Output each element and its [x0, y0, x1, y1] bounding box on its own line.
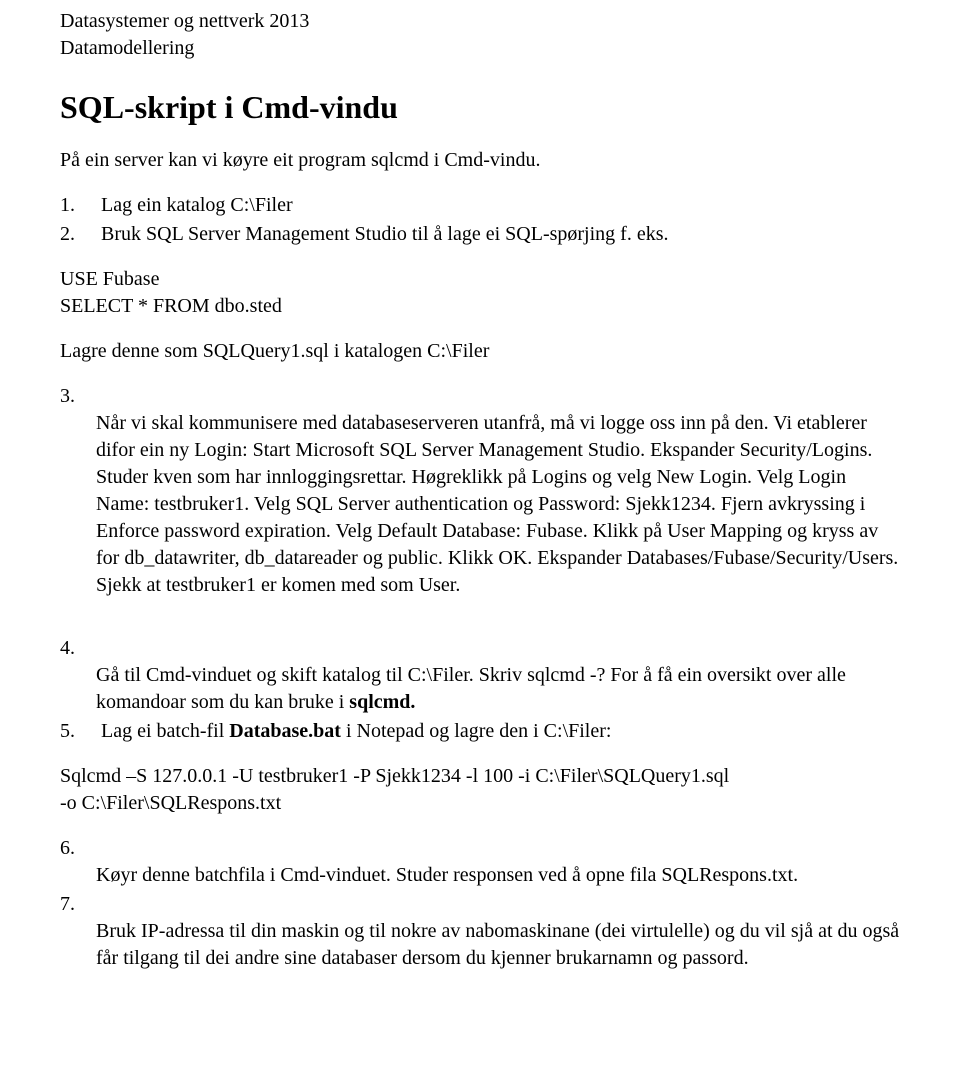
- spacer: [60, 617, 900, 635]
- page-title: SQL-skript i Cmd-vindu: [60, 86, 900, 129]
- step-1-text: Lag ein katalog C:\Filer: [101, 194, 293, 216]
- steps-list-1: Lag ein katalog C:\Filer Bruk SQL Server…: [60, 192, 900, 248]
- step-4-text: Gå til Cmd-vinduet og skift katalog til …: [96, 662, 900, 716]
- intro-paragraph: På ein server kan vi køyre eit program s…: [60, 147, 900, 174]
- step-5-suffix: i Notepad og lagre den i C:\Filer:: [341, 720, 612, 742]
- step-5-bold: Database.bat: [229, 720, 341, 742]
- step-3-text: Når vi skal kommunisere med databaseserv…: [96, 410, 900, 599]
- sql-code-block: USE Fubase SELECT * FROM dbo.sted: [60, 266, 900, 320]
- steps-list-3: Gå til Cmd-vinduet og skift katalog til …: [60, 635, 900, 745]
- step-4: Gå til Cmd-vinduet og skift katalog til …: [60, 635, 900, 716]
- step-6: Køyr denne batchfila i Cmd-vinduet. Stud…: [60, 835, 900, 889]
- step-5: Lag ei batch-fil Database.bat i Notepad …: [60, 718, 900, 745]
- cmd-line-1: Sqlcmd –S 127.0.0.1 -U testbruker1 -P Sj…: [60, 763, 900, 790]
- step-1: Lag ein katalog C:\Filer: [60, 192, 900, 219]
- step-7-text: Bruk IP-adressa til din maskin og til no…: [96, 918, 900, 972]
- header-line-2: Datamodellering: [60, 35, 900, 62]
- step-4-bold: sqlcmd.: [349, 691, 415, 713]
- steps-list-4: Køyr denne batchfila i Cmd-vinduet. Stud…: [60, 835, 900, 972]
- step-2: Bruk SQL Server Management Studio til å …: [60, 221, 900, 248]
- cmd-line-2: -o C:\Filer\SQLRespons.txt: [60, 790, 900, 817]
- step-4-prefix: Gå til Cmd-vinduet og skift katalog til …: [96, 664, 846, 713]
- step-6-text: Køyr denne batchfila i Cmd-vinduet. Stud…: [96, 862, 900, 889]
- step-2-text: Bruk SQL Server Management Studio til å …: [101, 223, 669, 245]
- header-line-1: Datasystemer og nettverk 2013: [60, 8, 900, 35]
- step-7: Bruk IP-adressa til din maskin og til no…: [60, 891, 900, 972]
- step-5-text: Lag ei batch-fil Database.bat i Notepad …: [101, 720, 611, 742]
- document-page: Datasystemer og nettverk 2013 Datamodell…: [0, 0, 960, 1030]
- step-3: Når vi skal kommunisere med databaseserv…: [60, 383, 900, 599]
- save-instruction: Lagre denne som SQLQuery1.sql i kataloge…: [60, 338, 900, 365]
- steps-list-2: Når vi skal kommunisere med databaseserv…: [60, 383, 900, 599]
- step-5-prefix: Lag ei batch-fil: [101, 720, 229, 742]
- cmd-block: Sqlcmd –S 127.0.0.1 -U testbruker1 -P Sj…: [60, 763, 900, 817]
